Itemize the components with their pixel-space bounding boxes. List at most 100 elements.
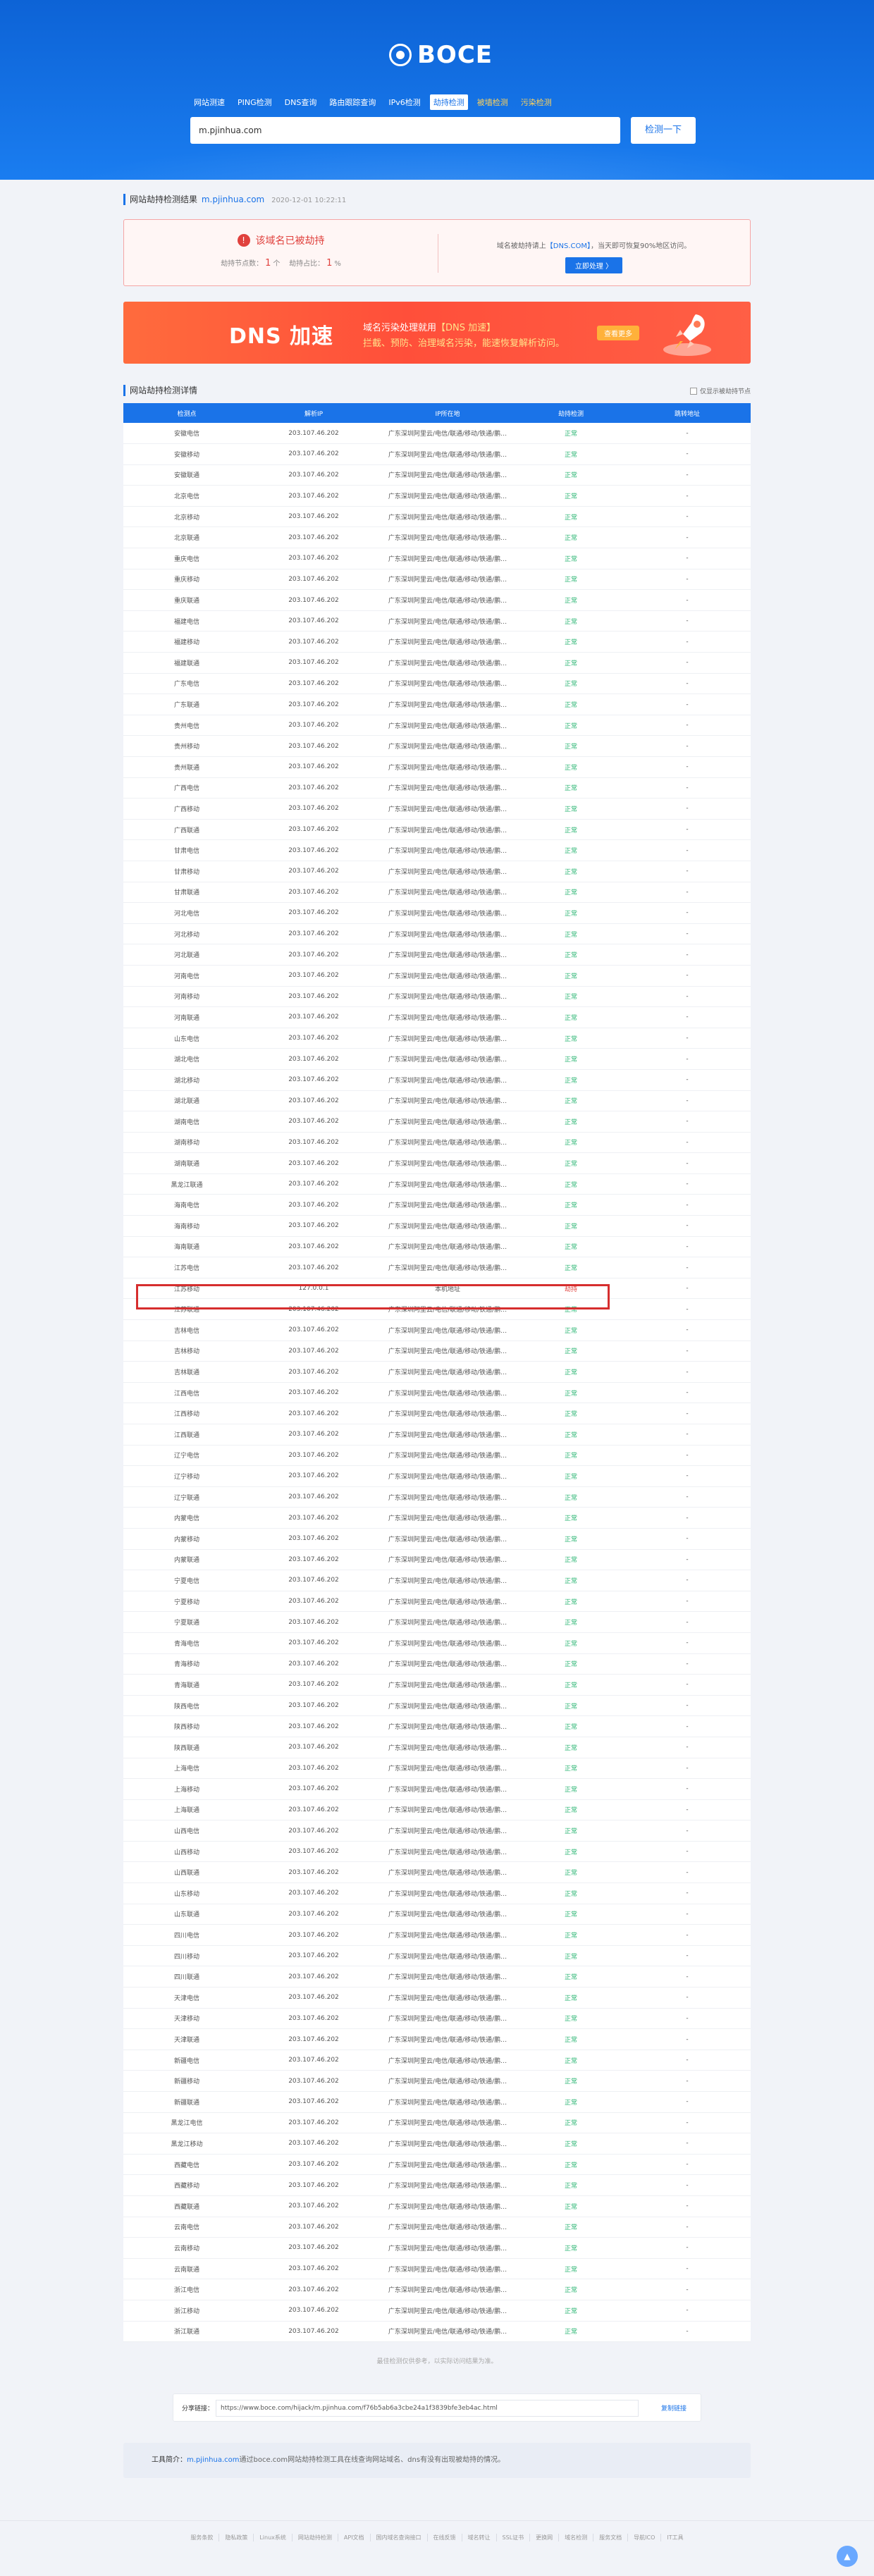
status-cell: 正常 (518, 1570, 624, 1591)
ip-cell: 203.107.46.202 (250, 1361, 377, 1383)
footer-link[interactable]: SSL证书 (497, 2534, 531, 2542)
node-cell: 江苏移动 (123, 1278, 250, 1300)
ip-cell: 203.107.46.202 (250, 1611, 377, 1633)
table-row: 湖南电信 203.107.46.202 广东深圳阿里云/电信/联通/移动/铁通/鹏…… (123, 1111, 751, 1133)
redirect-cell: - (624, 1758, 751, 1780)
table-row: 广东联通 203.107.46.202 广东深圳阿里云/电信/联通/移动/铁通/鹏…… (123, 694, 751, 715)
table-row: 吉林电信 203.107.46.202 广东深圳阿里云/电信/联通/移动/铁通/鹏…… (123, 1319, 751, 1341)
location-cell: 广东深圳阿里云/电信/联通/移动/铁通/鹏… (377, 526, 518, 549)
copy-link-button[interactable]: 复制链接 (661, 2403, 687, 2412)
footer-link[interactable]: Linux系统 (254, 2534, 293, 2542)
footer-link[interactable]: 导航ICO (628, 2534, 662, 2542)
footer-link[interactable]: 服务文档 (593, 2534, 629, 2542)
nav-item[interactable]: 网站测速 (190, 94, 228, 110)
footer-link[interactable]: 服务条款 (185, 2534, 220, 2542)
node-cell: 湖北电信 (123, 1048, 250, 1070)
location-cell: 广东深圳阿里云/电信/联通/移动/铁通/鹏… (377, 1319, 518, 1341)
status-cell: 正常 (518, 1653, 624, 1675)
share-label: 分享链接： (182, 2405, 214, 2413)
nav-item[interactable]: DNS查询 (281, 94, 321, 110)
node-cell: 浙江电信 (123, 2279, 250, 2300)
table-row: 湖北电信 203.107.46.202 广东深圳阿里云/电信/联通/移动/铁通/鹏…… (123, 1048, 751, 1070)
nav-item[interactable]: PING检测 (234, 94, 276, 110)
share-url-field[interactable]: https://www.boce.com/hijack/m.pjinhua.co… (216, 2400, 639, 2417)
node-cell: 江苏电信 (123, 1257, 250, 1278)
banner-more-button[interactable]: 查看更多 (597, 326, 639, 340)
status-cell: 正常 (518, 1758, 624, 1780)
footer-link[interactable]: 域名检测 (559, 2534, 594, 2542)
location-cell: 广东深圳阿里云/电信/联通/移动/铁通/鹏… (377, 1549, 518, 1571)
status-cell: 正常 (518, 2279, 624, 2300)
ip-cell: 203.107.46.202 (250, 1904, 377, 1925)
footer-link[interactable]: 网站劫持检测 (293, 2534, 338, 2542)
status-cell: 正常 (518, 2091, 624, 2113)
ip-cell: 203.107.46.202 (250, 589, 377, 611)
footer-link[interactable]: 隐私政策 (219, 2534, 254, 2542)
status-cell: 正常 (518, 1361, 624, 1383)
location-cell: 广东深圳阿里云/电信/联通/移动/铁通/鹏… (377, 735, 518, 757)
footer-link[interactable]: 在线反馈 (428, 2534, 462, 2542)
status-cell: 正常 (518, 861, 624, 882)
redirect-cell: - (624, 1132, 751, 1154)
status-cell: 正常 (518, 569, 624, 591)
nav-item[interactable]: IPv6检测 (385, 94, 424, 110)
redirect-cell: - (624, 1111, 751, 1133)
table-row: 黑龙江移动 203.107.46.202 广东深圳阿里云/电信/联通/移动/铁通/鹏… (123, 2133, 751, 2155)
status-cell: 正常 (518, 2112, 624, 2134)
status-cell: 正常 (518, 1591, 624, 1613)
table-row: 上海电信 203.107.46.202 广东深圳阿里云/电信/联通/移动/铁通/鹏…… (123, 1758, 751, 1780)
location-cell: 广东深圳阿里云/电信/联通/移动/铁通/鹏… (377, 464, 518, 486)
search-button[interactable]: 检测一下 (631, 117, 696, 144)
status-cell: 正常 (518, 715, 624, 737)
status-cell: 正常 (518, 1904, 624, 1925)
location-cell: 广东深圳阿里云/电信/联通/移动/铁通/鹏… (377, 944, 518, 966)
checkbox-icon[interactable] (689, 387, 697, 395)
location-cell: 广东深圳阿里云/电信/联通/移动/铁通/鹏… (377, 2070, 518, 2092)
footer-link[interactable]: 域名转让 (462, 2534, 497, 2542)
result-domain[interactable]: m.pjinhua.com (202, 195, 264, 204)
status-cell: 正常 (518, 1966, 624, 1988)
table-row: 江苏移动 127.0.0.1 本机地址 劫持 - (123, 1278, 751, 1300)
node-cell: 重庆电信 (123, 548, 250, 569)
logo[interactable]: BOCE (389, 41, 493, 69)
only-hijacked-checkbox[interactable]: 仅显示被劫持节点 (689, 386, 751, 395)
nav-item[interactable]: 劫持检测 (429, 94, 468, 110)
redirect-cell: - (624, 2070, 751, 2092)
table-row: 上海移动 203.107.46.202 广东深圳阿里云/电信/联通/移动/铁通/鹏…… (123, 1778, 751, 1800)
location-cell: 广东深圳阿里云/电信/联通/移动/铁通/鹏… (377, 1882, 518, 1904)
location-cell: 广东深圳阿里云/电信/联通/移动/铁通/鹏… (377, 548, 518, 569)
ip-cell: 203.107.46.202 (250, 1257, 377, 1278)
footer-link[interactable]: IT工具 (661, 2534, 689, 2541)
ip-cell: 203.107.46.202 (250, 1236, 377, 1258)
dns-accel-banner[interactable]: DNS 加速 域名污染处理就用【DNS 加速】 拦截、预防、治理域名污染，能速恢… (123, 302, 751, 364)
table-row: 海南移动 203.107.46.202 广东深圳阿里云/电信/联通/移动/铁通/鹏…… (123, 1215, 751, 1237)
table-row: 河北联通 203.107.46.202 广东深圳阿里云/电信/联通/移动/铁通/鹏…… (123, 944, 751, 966)
arrow-up-icon[interactable]: ▲ (837, 2546, 858, 2567)
footer-link[interactable]: API文档 (338, 2534, 371, 2542)
location-cell: 广东深圳阿里云/电信/联通/移动/铁通/鹏… (377, 1069, 518, 1091)
redirect-cell: - (624, 526, 751, 549)
result-time: 2020-12-01 10:22:11 (271, 197, 347, 204)
ip-cell: 203.107.46.202 (250, 944, 377, 966)
table-row: 山西移动 203.107.46.202 广东深圳阿里云/电信/联通/移动/铁通/鹏…… (123, 1841, 751, 1863)
node-cell: 宁夏移动 (123, 1591, 250, 1613)
redirect-cell: - (624, 1966, 751, 1988)
node-cell: 贵州联通 (123, 756, 250, 778)
nav-item[interactable]: 污染检测 (517, 94, 555, 110)
redirect-cell: - (624, 1319, 751, 1341)
node-cell: 天津电信 (123, 1987, 250, 2009)
table-row: 山东联通 203.107.46.202 广东深圳阿里云/电信/联通/移动/铁通/鹏…… (123, 1904, 751, 1925)
nav-item[interactable]: 被墙检测 (474, 94, 512, 110)
status-cell: 正常 (518, 2217, 624, 2238)
location-cell: 广东深圳阿里云/电信/联通/移动/铁通/鹏… (377, 1028, 518, 1049)
dns-link[interactable]: 【DNS.COM】 (546, 242, 591, 250)
ip-cell: 203.107.46.202 (250, 1549, 377, 1571)
redirect-cell: - (624, 819, 751, 841)
footer-link[interactable]: 国内域名查询接口 (371, 2534, 428, 2542)
footer-link[interactable]: 更换网 (530, 2534, 560, 2542)
nav-item[interactable]: 路由跟踪查询 (326, 94, 379, 110)
search-input[interactable]: m.pjinhua.com (190, 117, 620, 144)
intro-domain[interactable]: m.pjinhua.com (187, 2456, 240, 2464)
result-note: 最佳检测仅供参考，以实际访问结果为准。 (376, 2358, 498, 2366)
fix-now-button[interactable]: 立即处理 〉 (565, 257, 623, 273)
